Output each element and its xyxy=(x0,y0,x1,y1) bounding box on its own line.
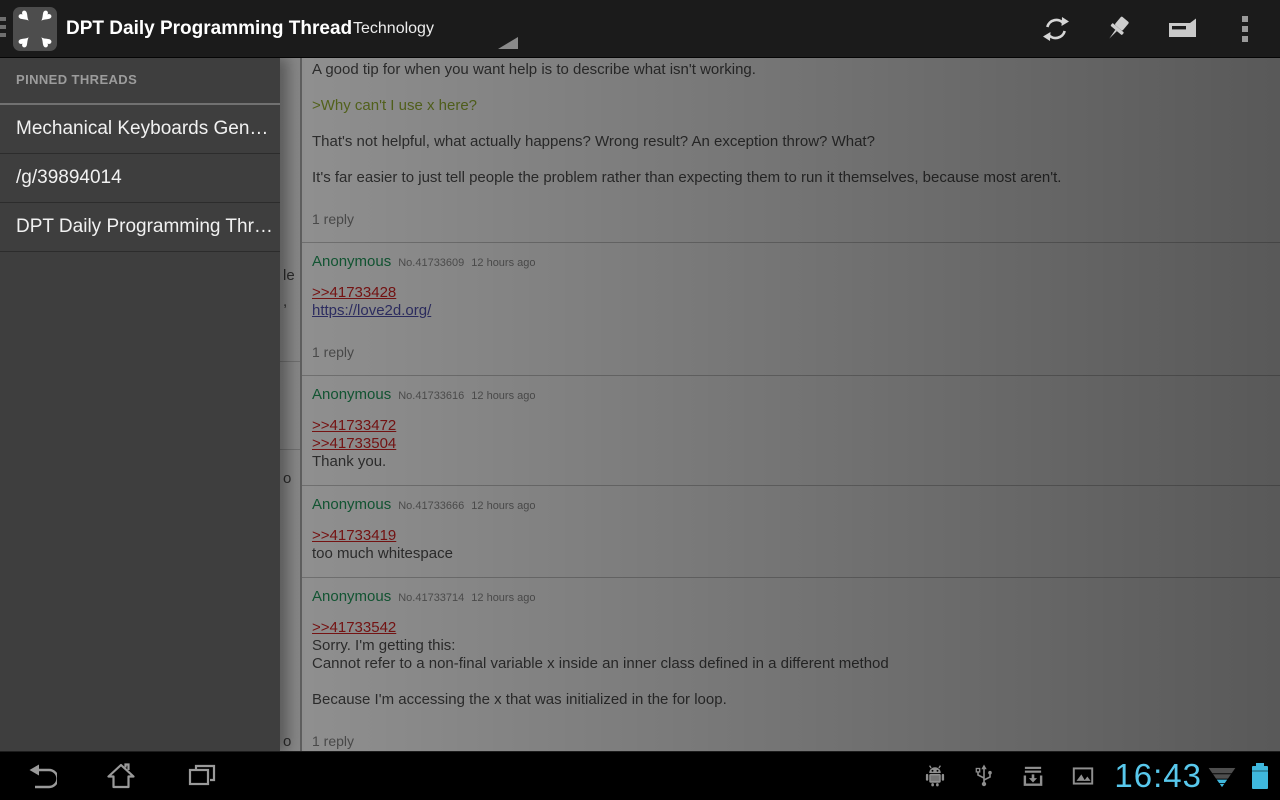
board-spinner[interactable]: Technology xyxy=(340,0,520,57)
reply-icon xyxy=(1166,13,1198,45)
pin-button[interactable] xyxy=(1087,0,1150,57)
clover-petal-icon: ♥ xyxy=(31,27,59,55)
recents-icon xyxy=(185,759,219,793)
usb-icon xyxy=(972,763,996,789)
nav-buttons xyxy=(16,752,259,800)
overflow-icon xyxy=(1242,12,1248,46)
wifi-icon xyxy=(1207,762,1237,790)
reply-button[interactable] xyxy=(1150,0,1213,57)
refresh-icon xyxy=(1041,14,1071,44)
action-bar: ♥ ♥ ♥ ♥ DPT Daily Programming Thread Tec… xyxy=(0,0,1280,58)
pin-icon xyxy=(1103,13,1135,45)
pinned-threads-drawer: PINNED THREADS Mechanical Keyboards Gen…… xyxy=(0,57,280,752)
back-button[interactable] xyxy=(16,752,64,800)
pinned-thread-item[interactable]: DPT Daily Programming Thr… xyxy=(0,203,280,252)
action-bar-buttons xyxy=(1024,0,1276,57)
thread-title: DPT Daily Programming Thread xyxy=(66,0,352,57)
overflow-menu-button[interactable] xyxy=(1213,0,1276,57)
pinned-thread-item[interactable]: /g/39894014 xyxy=(0,154,280,203)
home-button[interactable] xyxy=(97,752,145,800)
home-icon xyxy=(104,759,138,793)
recents-button[interactable] xyxy=(178,752,226,800)
pinned-thread-item[interactable]: Mechanical Keyboards Gen… xyxy=(0,105,280,154)
spinner-caret-icon xyxy=(498,37,518,49)
refresh-button[interactable] xyxy=(1024,0,1087,57)
pinned-threads-header: PINNED THREADS xyxy=(0,57,280,105)
clock: 16:43 xyxy=(1114,752,1202,800)
battery-icon xyxy=(1252,761,1268,791)
storage-download-icon xyxy=(1020,763,1046,789)
drawer-scrim[interactable] xyxy=(280,57,1280,752)
board-spinner-label: Technology xyxy=(353,0,434,57)
status-tray[interactable]: 16:43 xyxy=(898,752,1268,800)
clover-app-icon[interactable]: ♥ ♥ ♥ ♥ xyxy=(13,7,57,51)
gallery-icon xyxy=(1070,763,1096,789)
pinned-threads-list: Mechanical Keyboards Gen…/g/39894014DPT … xyxy=(0,105,280,252)
android-debug-icon xyxy=(922,763,948,789)
drawer-edge-indicator xyxy=(0,17,6,41)
back-icon xyxy=(23,759,57,793)
system-bar: 16:43 xyxy=(0,751,1280,800)
screen: { "colors": { "holo_blue": "#58c8ec", "n… xyxy=(0,0,1280,800)
